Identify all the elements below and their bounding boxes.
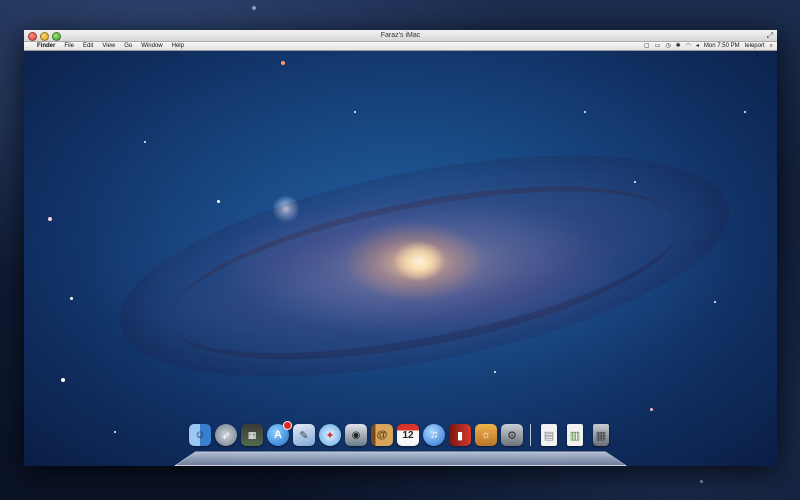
dock-separator (530, 424, 531, 446)
menu-bar: Finder File Edit View Go Window Help ▢ ▭… (24, 42, 777, 51)
preview-icon: ✎ (293, 424, 315, 446)
safari-icon: ✦ (319, 424, 341, 446)
menu-extras: ▢ ▭ ◷ ✱ ◠ ◂ Mon 7:50 PM teleport ⌕ (644, 42, 773, 51)
dock: ☺ ➶ ▦ A ✎ ✦ ◉ @ 12 ♫ ▮ ☼ ⚙ ▤ ▥ ▦ (174, 421, 627, 466)
itunes-icon: ♫ (423, 424, 445, 446)
facetime-icon: ◉ (345, 424, 367, 446)
star (584, 111, 586, 113)
star (61, 378, 65, 382)
iphoto-icon: ☼ (475, 424, 497, 446)
window-titlebar[interactable]: Faraz's iMac ⤢ (24, 30, 777, 42)
star (494, 371, 496, 373)
dock-item-itunes[interactable]: ♫ (422, 422, 446, 448)
background-star (252, 6, 256, 10)
star (144, 141, 146, 143)
menu-file[interactable]: File (64, 42, 74, 51)
star (48, 217, 52, 221)
menu-clock[interactable]: Mon 7:50 PM (704, 42, 740, 51)
window-title: Faraz's iMac (380, 32, 421, 39)
dock-item-safari[interactable]: ✦ (318, 422, 342, 448)
dock-item-app-store[interactable]: A (266, 421, 292, 448)
downloads-stack-icon: ▥ (567, 424, 583, 446)
address-book-icon: @ (371, 424, 393, 446)
window-controls (28, 32, 61, 41)
bluetooth-icon[interactable]: ✱ (676, 42, 681, 51)
dock-shelf (174, 451, 627, 466)
background-star (700, 480, 703, 483)
star (70, 297, 73, 300)
dock-item-finder[interactable]: ☺ (188, 422, 212, 448)
menu-edit[interactable]: Edit (83, 42, 93, 51)
menu-help[interactable]: Help (172, 42, 184, 51)
photo-booth-icon: ▮ (449, 424, 471, 446)
menu-view[interactable]: View (102, 42, 115, 51)
trash-icon: ▦ (593, 424, 609, 446)
dock-item-mission-control[interactable]: ▦ (240, 422, 264, 448)
mission-control-icon: ▦ (241, 424, 263, 446)
dock-item-photo-booth[interactable]: ▮ (448, 422, 472, 448)
star (281, 61, 285, 65)
menu-go[interactable]: Go (124, 42, 132, 51)
wifi-icon[interactable]: ◠ (686, 42, 691, 51)
time-machine-icon[interactable]: ◷ (665, 42, 670, 51)
calendar-day: 12 (402, 429, 414, 441)
star (114, 431, 116, 433)
dock-item-downloads-stack[interactable]: ▥ (563, 422, 587, 448)
menu-window[interactable]: Window (141, 42, 162, 51)
menu-finder[interactable]: Finder (37, 42, 55, 51)
close-window-icon[interactable] (28, 32, 37, 41)
screen-sharing-window: Faraz's iMac ⤢ Finder File Edit View Go … (24, 30, 777, 466)
spotlight-search-icon[interactable]: ⌕ (770, 42, 773, 51)
notification-badge (283, 421, 292, 430)
finder-icon: ☺ (189, 424, 211, 446)
dock-item-system-preferences[interactable]: ⚙ (500, 422, 524, 448)
star (354, 111, 356, 113)
dock-item-calendar[interactable]: 12 (396, 422, 420, 448)
zoom-window-icon[interactable] (52, 32, 61, 41)
launchpad-icon: ➶ (215, 424, 237, 446)
dock-item-documents-stack[interactable]: ▤ (537, 422, 561, 448)
dock-item-iphoto[interactable]: ☼ (474, 422, 498, 448)
calendar-icon: 12 (397, 424, 419, 446)
dock-icons: ☺ ➶ ▦ A ✎ ✦ ◉ @ 12 ♫ ▮ ☼ ⚙ ▤ ▥ ▦ (188, 421, 613, 448)
star (650, 408, 653, 411)
star (217, 200, 220, 203)
volume-icon[interactable]: ◂ (696, 42, 699, 51)
star (714, 301, 716, 303)
dock-item-trash[interactable]: ▦ (589, 422, 613, 448)
airplay-icon[interactable]: ▭ (655, 42, 661, 51)
dock-item-facetime[interactable]: ◉ (344, 422, 368, 448)
screen-sharing-icon[interactable]: ▢ (644, 42, 650, 51)
star (634, 181, 636, 183)
star (744, 111, 746, 113)
fullscreen-icon[interactable]: ⤢ (767, 31, 773, 40)
system-preferences-icon: ⚙ (501, 424, 523, 446)
menu-user[interactable]: teleport (745, 42, 765, 51)
dock-item-launchpad[interactable]: ➶ (214, 422, 238, 448)
minimize-window-icon[interactable] (40, 32, 49, 41)
dock-item-address-book[interactable]: @ (370, 422, 394, 448)
dock-item-preview[interactable]: ✎ (292, 422, 316, 448)
documents-stack-icon: ▤ (541, 424, 557, 446)
desktop-wallpaper: ☺ ➶ ▦ A ✎ ✦ ◉ @ 12 ♫ ▮ ☼ ⚙ ▤ ▥ ▦ (24, 51, 777, 466)
